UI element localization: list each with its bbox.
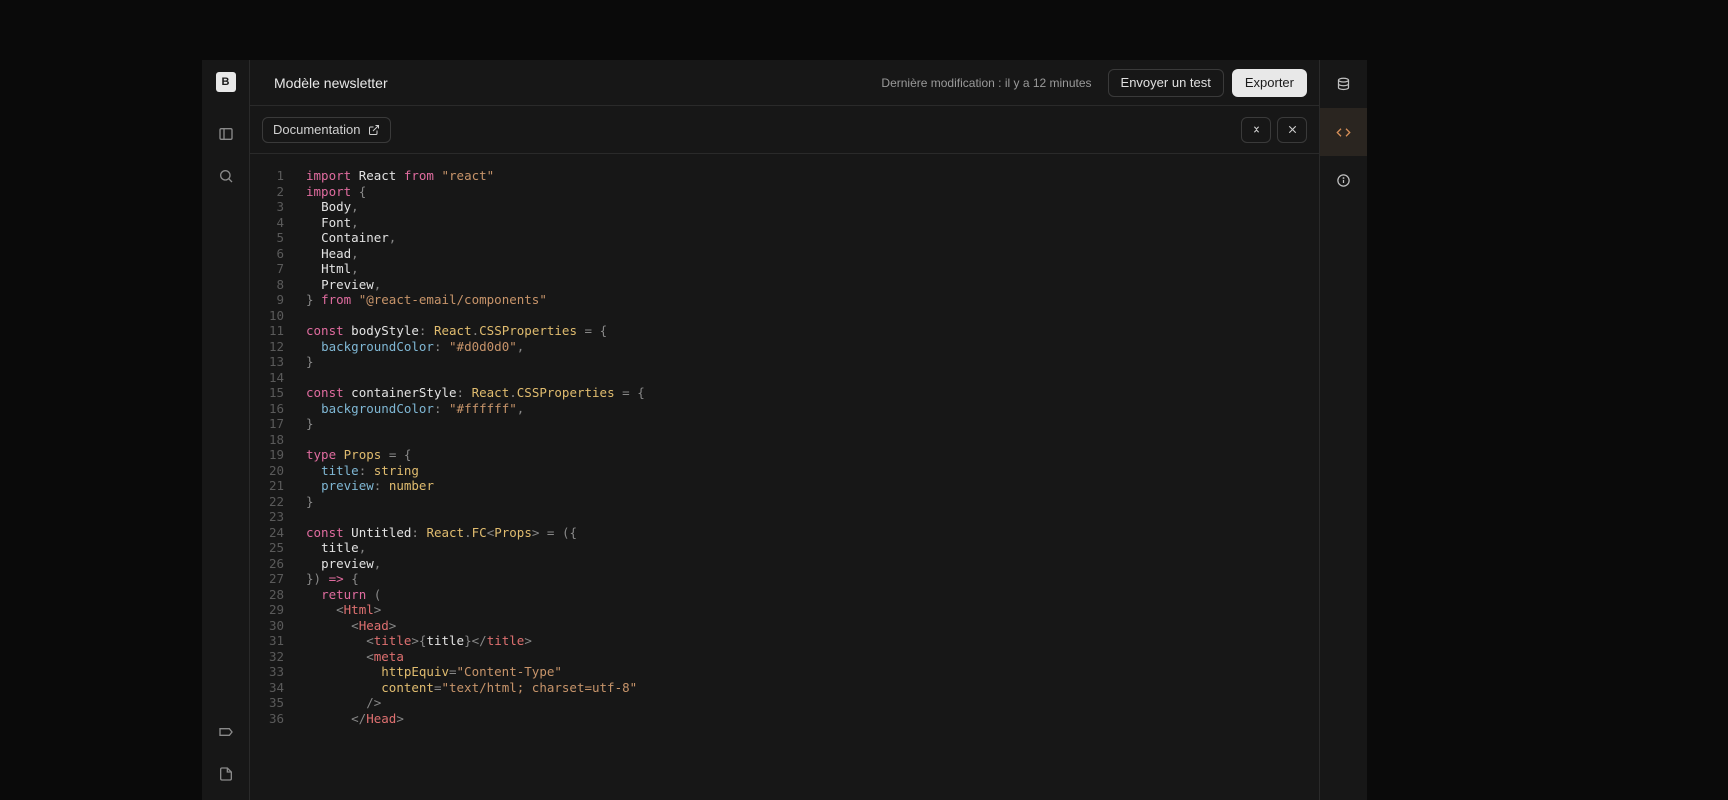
- logo[interactable]: B: [216, 72, 236, 92]
- code-editor[interactable]: 1234567891011121314151617181920212223242…: [250, 154, 1319, 800]
- last-modified: Dernière modification : il y a 12 minute…: [881, 76, 1091, 90]
- last-modified-label: Dernière modification :: [881, 76, 1001, 90]
- line-gutter: 1234567891011121314151617181920212223242…: [250, 168, 306, 800]
- search-icon[interactable]: [208, 158, 244, 194]
- last-modified-value: il y a 12 minutes: [1005, 76, 1092, 90]
- sidebar-left: B: [202, 60, 250, 800]
- page-title: Modèle newsletter: [274, 75, 388, 91]
- collapse-icon: [1250, 123, 1263, 136]
- export-button[interactable]: Exporter: [1232, 69, 1307, 97]
- close-button[interactable]: [1277, 117, 1307, 143]
- documentation-button[interactable]: Documentation: [262, 117, 391, 143]
- database-icon[interactable]: [1320, 60, 1368, 108]
- send-test-button[interactable]: Envoyer un test: [1108, 69, 1224, 97]
- sidebar-right: [1319, 60, 1367, 800]
- panel-left-icon[interactable]: [208, 116, 244, 152]
- code-content: import React from "react"import { Body, …: [306, 168, 645, 800]
- close-icon: [1286, 123, 1299, 136]
- main-area: Modèle newsletter Dernière modification …: [250, 60, 1319, 800]
- documentation-label: Documentation: [273, 122, 360, 137]
- tag-icon[interactable]: [208, 714, 244, 750]
- app-shell: B Modèle newsletter Dernière modificatio…: [202, 60, 1367, 800]
- info-icon[interactable]: [1320, 156, 1368, 204]
- toolbar: Documentation: [250, 106, 1319, 154]
- code-view-icon[interactable]: [1320, 108, 1368, 156]
- file-icon[interactable]: [208, 756, 244, 792]
- top-bar: Modèle newsletter Dernière modification …: [250, 60, 1319, 106]
- external-link-icon: [368, 124, 380, 136]
- collapse-button[interactable]: [1241, 117, 1271, 143]
